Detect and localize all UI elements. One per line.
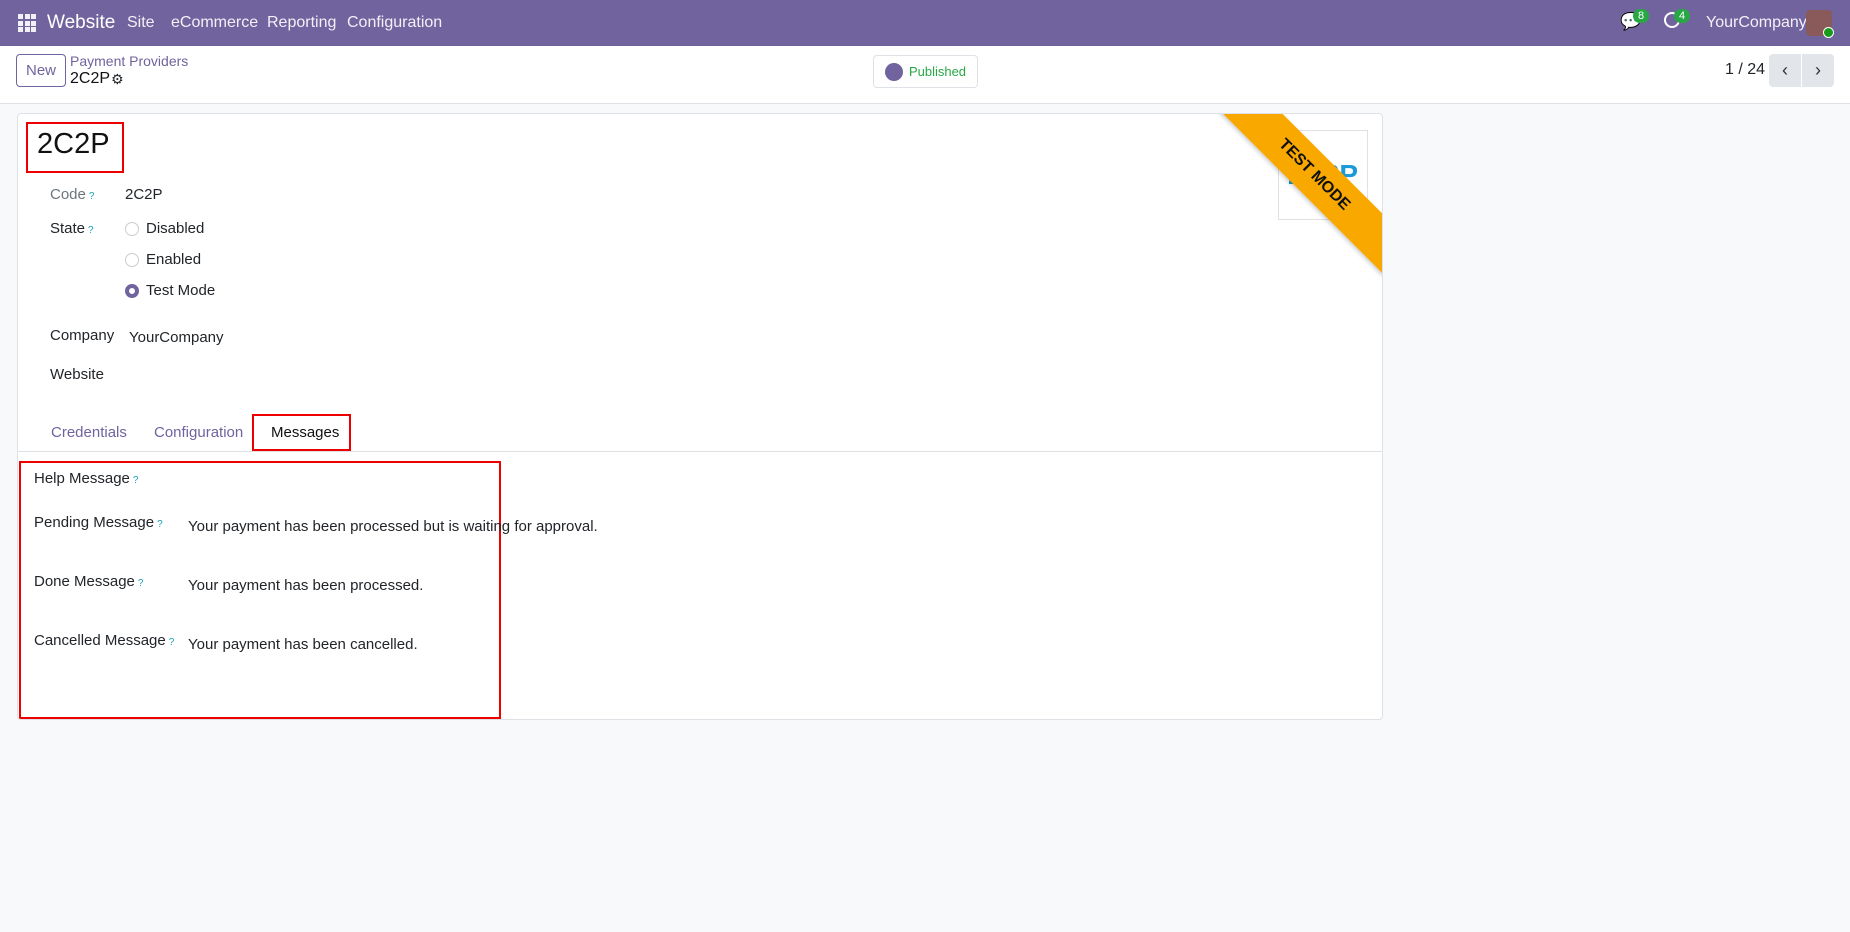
activity-badge: 4 (1674, 9, 1691, 23)
pager-value[interactable]: 1 / 24 (1725, 61, 1765, 79)
app-name[interactable]: Website (47, 12, 115, 34)
company-switcher[interactable]: YourCompany (1706, 14, 1807, 32)
tab-configuration[interactable]: Configuration (154, 424, 243, 441)
published-button[interactable]: Published (873, 55, 978, 88)
apps-menu-icon[interactable] (18, 14, 36, 32)
done-message-label: Done Message? (34, 573, 144, 590)
menu-site[interactable]: Site (127, 14, 155, 32)
state-disabled-radio[interactable] (125, 222, 139, 236)
state-test-mode-label[interactable]: Test Mode (146, 282, 215, 299)
cancelled-message-label: Cancelled Message? (34, 632, 175, 649)
form-sheet: 2C2P TEST MODE 2C2P Code? 2C2P State? Di… (17, 113, 1383, 720)
done-message-value[interactable]: Your payment has been processed. (188, 577, 423, 594)
code-label: Code? (50, 186, 95, 203)
code-value: 2C2P (125, 186, 163, 203)
globe-icon (884, 62, 903, 81)
new-button[interactable]: New (16, 54, 66, 87)
cancelled-message-value[interactable]: Your payment has been cancelled. (188, 636, 418, 653)
online-status-icon (1823, 27, 1834, 38)
pending-message-value[interactable]: Your payment has been processed but is w… (188, 518, 598, 535)
top-navbar: Website Site eCommerce Reporting Configu… (0, 0, 1850, 46)
company-value[interactable]: YourCompany (129, 329, 224, 346)
company-label: Company (50, 327, 115, 344)
tab-credentials[interactable]: Credentials (51, 424, 127, 441)
tabs-divider (18, 451, 1382, 452)
state-test-mode-radio[interactable] (125, 284, 139, 298)
help-message-label: Help Message? (34, 470, 139, 487)
messages-badge: 8 (1633, 9, 1650, 23)
published-label: Published (908, 64, 967, 79)
state-enabled-radio[interactable] (125, 253, 139, 267)
menu-configuration[interactable]: Configuration (347, 14, 442, 32)
state-disabled-label[interactable]: Disabled (146, 220, 204, 237)
website-field[interactable] (129, 364, 429, 386)
breadcrumb-parent[interactable]: Payment Providers (70, 53, 188, 69)
previous-record-button[interactable]: ‹ (1769, 54, 1801, 87)
record-title[interactable]: 2C2P (37, 128, 110, 161)
control-panel: New Payment Providers 2C2P ⚙ Published 1… (0, 46, 1850, 104)
messages-tab-highlight (252, 414, 351, 451)
menu-ecommerce[interactable]: eCommerce (171, 14, 258, 32)
breadcrumb-current: 2C2P (70, 70, 111, 87)
website-label: Website (50, 366, 104, 383)
state-enabled-label[interactable]: Enabled (146, 251, 201, 268)
pending-message-label: Pending Message? (34, 514, 163, 531)
state-label: State? (50, 220, 94, 237)
menu-reporting[interactable]: Reporting (267, 14, 336, 32)
next-record-button[interactable]: › (1802, 54, 1834, 87)
gear-icon[interactable]: ⚙ (111, 71, 124, 88)
